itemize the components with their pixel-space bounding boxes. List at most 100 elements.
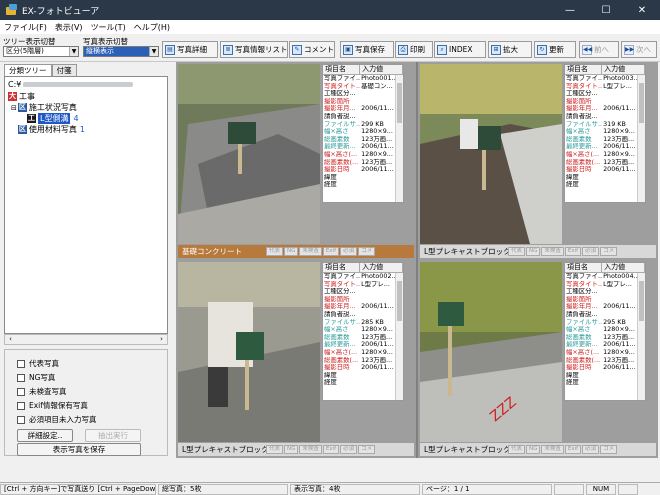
photo-tag-badge[interactable]: 代表 <box>266 445 284 454</box>
photo-card[interactable]: 項目名 入力値 写真ファイ... Photo002... 写真タイト... L型プレ...… <box>176 260 416 458</box>
photo-tag-badge[interactable]: 未検査 <box>299 247 322 256</box>
checkbox[interactable] <box>17 387 25 396</box>
photo-tag-badge[interactable]: NG <box>284 445 299 454</box>
toolbar-button-5[interactable]: ⌕ INDEX <box>434 41 486 58</box>
scroll-thumb[interactable] <box>397 281 402 321</box>
photo-tag-badge[interactable]: NG <box>526 247 541 256</box>
menu-view[interactable]: 表示(V) <box>55 22 83 33</box>
photo-thumbnail[interactable]: ZZZ <box>420 262 562 442</box>
tree-node-materials[interactable]: ⊟ 区 使用材料写真 1 <box>11 124 85 135</box>
properties-scrollbar[interactable] <box>637 75 645 202</box>
close-button[interactable]: ✕ <box>624 0 660 20</box>
properties-scrollbar[interactable] <box>395 75 403 202</box>
scroll-thumb[interactable] <box>639 281 644 321</box>
tree-node-construction-status[interactable]: ⊟ 区 施工状況写真 <box>11 102 77 113</box>
photo-tag-badge[interactable]: コメ <box>600 445 618 454</box>
photo-tag-badge[interactable]: 必須 <box>340 445 358 454</box>
toolbar-button-7[interactable]: ↻ 更新 <box>534 41 576 58</box>
photo-tag-badge[interactable]: Exif <box>322 247 340 256</box>
filter-ng[interactable]: NG写真 <box>17 372 55 383</box>
photo-tag-badge[interactable]: 代表 <box>266 247 284 256</box>
checkbox[interactable] <box>17 373 25 382</box>
tree-switch-select[interactable]: 区分(5階層) ▼ <box>3 46 79 57</box>
props-header-value: 入力値 <box>602 263 645 272</box>
tree-node-l-gutter[interactable]: 工 L型側溝 4 <box>27 113 79 124</box>
property-key: 写真ファイ... <box>324 75 361 82</box>
save-displayed-photos-button[interactable]: 表示写真を保存 <box>17 443 141 456</box>
property-row: 写真ファイ... Photo002... <box>323 273 403 281</box>
photo-tag-badge[interactable]: 未検査 <box>299 445 322 454</box>
maximize-button[interactable]: ☐ <box>588 0 624 20</box>
tree-node-count: 4 <box>73 114 79 123</box>
toolbar-button-6[interactable]: ⊞ 拡大 <box>488 41 532 58</box>
tree-root[interactable]: C:¥ <box>8 80 134 89</box>
tree-root-label: C:¥ <box>8 80 22 89</box>
property-key: 撮影年月... <box>566 105 598 113</box>
photo-tag-badge[interactable]: 未検査 <box>541 247 564 256</box>
properties-scrollbar[interactable] <box>395 273 403 400</box>
photo-thumbnail[interactable] <box>178 64 320 244</box>
photo-thumbnail[interactable] <box>178 262 320 442</box>
photo-card[interactable]: 項目名 入力値 写真ファイ... Photo003... 写真タイト... L型プレ...… <box>418 62 658 260</box>
photo-switch-select[interactable]: 縦横表示 ▼ <box>83 46 159 57</box>
photo-tag-badge[interactable]: コメ <box>358 445 376 454</box>
redacted-path <box>23 82 134 87</box>
detail-settings-button[interactable]: 詳細設定.. <box>17 429 73 442</box>
category-section-icon: 区 <box>17 125 27 134</box>
photo-tag-badge[interactable]: 必須 <box>582 445 600 454</box>
photo-card[interactable]: 項目名 入力値 写真ファイ... Photo001... 写真タイト... 基礎コン...… <box>176 62 416 260</box>
tab-sticky-notes[interactable]: 付箋 <box>51 64 77 76</box>
toolbar-button-2[interactable]: ✎ コメント <box>289 41 335 58</box>
toolbar-button-label: コメント <box>304 45 334 54</box>
property-key: 緯度 <box>324 371 337 379</box>
property-row: ファイルサ... 295 KB <box>565 319 645 327</box>
photo-tag-badge[interactable]: NG <box>284 247 299 256</box>
scroll-thumb[interactable] <box>639 83 644 123</box>
filter-uninspected[interactable]: 未検査写真 <box>17 386 67 397</box>
menu-file[interactable]: ファイル(F) <box>4 22 47 33</box>
status-bar: [Ctrl + 方向キー]で写真送り [Ctrl + PageDow 総写真：5… <box>0 482 660 495</box>
toolbar-button-3[interactable]: ▣ 写真保存 <box>340 41 394 58</box>
photo-tag-badge[interactable]: 未検査 <box>541 445 564 454</box>
collapse-icon[interactable]: ⊟ <box>11 104 17 112</box>
minimize-button[interactable]: — <box>552 0 588 20</box>
filter-required-missing[interactable]: 必須項目未入力写真 <box>17 414 97 425</box>
filter-exif[interactable]: Exif情報保有写真 <box>17 400 88 411</box>
status-hint: [Ctrl + 方向キー]で写真送り [Ctrl + PageDow <box>0 483 156 495</box>
photo-tag-badge[interactable]: コメ <box>600 247 618 256</box>
extract-button[interactable]: 抽出実行 <box>85 429 141 442</box>
photo-tag-badge[interactable]: 必須 <box>582 247 600 256</box>
menu-help[interactable]: ヘルプ(H) <box>134 22 170 33</box>
photo-tag-badge[interactable]: コメ <box>358 247 376 256</box>
tree-node-construction[interactable]: 大 工事 <box>8 91 35 102</box>
toolbar-button-8[interactable]: ◀◀ 前へ <box>579 41 619 58</box>
photo-tag-badge[interactable]: NG <box>526 445 541 454</box>
photo-caption: L型プレキャストブロック <box>182 445 266 454</box>
photo-tag-badge[interactable]: 必須 <box>340 247 358 256</box>
property-row: 撮影年月... 2006/11... <box>323 105 403 113</box>
tree-horizontal-scrollbar[interactable]: ‹ › <box>4 334 168 345</box>
scroll-left-icon[interactable]: ‹ <box>5 335 16 344</box>
toolbar-button-9[interactable]: ▶▶ 次へ <box>621 41 657 58</box>
checkbox[interactable] <box>17 415 25 424</box>
toolbar-button-1[interactable]: ≣ 写真情報リスト <box>220 41 288 58</box>
photo-thumbnail[interactable] <box>420 64 562 244</box>
photo-tag-badge[interactable]: Exif <box>322 445 340 454</box>
filter-label: 必須項目未入力写真 <box>29 415 97 424</box>
property-key: 写真ファイ... <box>566 273 603 280</box>
menu-tools[interactable]: ツール(T) <box>91 22 126 33</box>
photo-tag-badge[interactable]: Exif <box>564 445 582 454</box>
toolbar-button-4[interactable]: ⎙ 印刷 <box>395 41 433 58</box>
tab-classification-tree[interactable]: 分類ツリー <box>4 64 52 76</box>
checkbox[interactable] <box>17 401 25 410</box>
photo-card[interactable]: ZZZ 項目名 入力値 写真ファイ... Photo004... 写真タイト... L型プレ… <box>418 260 658 458</box>
photo-tag-badge[interactable]: 代表 <box>508 445 526 454</box>
scroll-right-icon[interactable]: › <box>156 335 167 344</box>
properties-scrollbar[interactable] <box>637 273 645 400</box>
photo-tag-badge[interactable]: 代表 <box>508 247 526 256</box>
filter-representative[interactable]: 代表写真 <box>17 358 59 369</box>
toolbar-button-0[interactable]: ▤ 写真詳細 <box>162 41 218 58</box>
scroll-thumb[interactable] <box>397 83 402 123</box>
checkbox[interactable] <box>17 359 25 368</box>
photo-tag-badge[interactable]: Exif <box>564 247 582 256</box>
